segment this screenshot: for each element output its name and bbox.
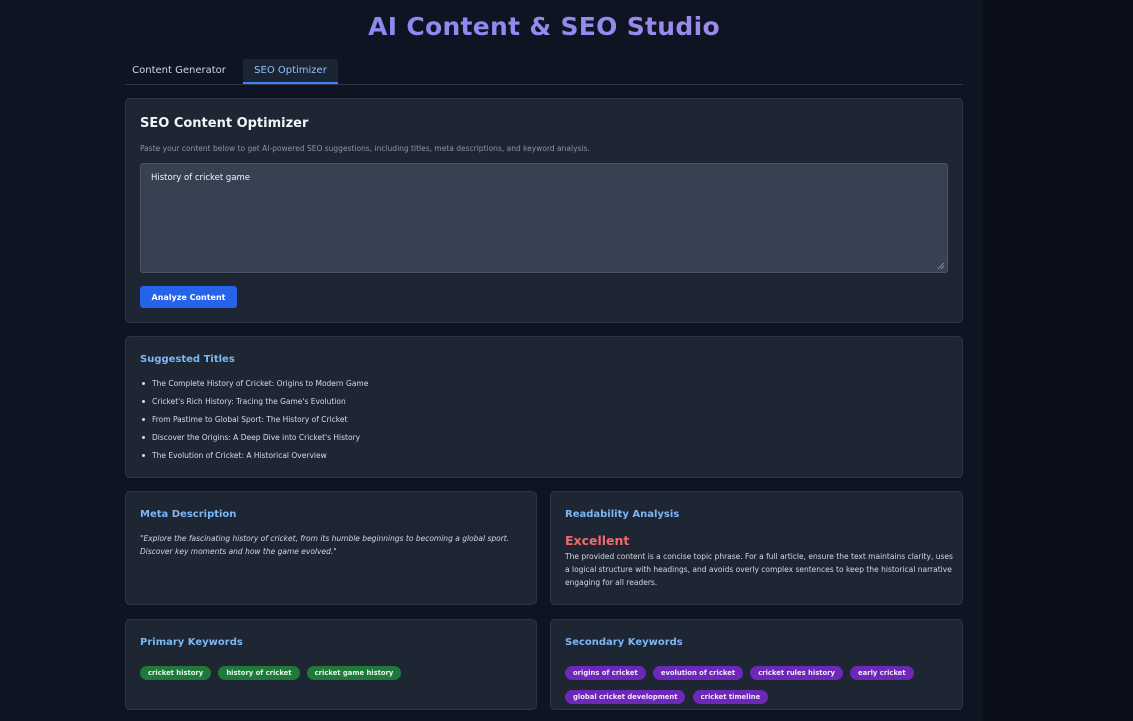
- secondary-keywords-heading: Secondary Keywords: [565, 637, 683, 648]
- title-item: From Pastime to Global Sport: The Histor…: [140, 414, 368, 432]
- analyze-content-button[interactable]: Analyze Content: [140, 286, 237, 308]
- optimizer-description: Paste your content below to get AI-power…: [140, 144, 590, 153]
- title-item: The Complete History of Cricket: Origins…: [140, 378, 368, 396]
- keyword-tag: cricket history: [140, 666, 212, 680]
- suggested-titles-heading: Suggested Titles: [140, 354, 235, 365]
- readability-score: Excellent: [565, 533, 630, 548]
- title-item: Discover the Origins: A Deep Dive into C…: [140, 432, 368, 450]
- seo-optimizer-card: SEO Content Optimizer Paste your content…: [125, 98, 963, 323]
- title-item-text: Discover the Origins: A Deep Dive into C…: [152, 433, 361, 442]
- secondary-keywords-card: Secondary Keywords origins of cricket ev…: [550, 619, 963, 710]
- bullet-icon: [142, 418, 145, 421]
- content-input[interactable]: History of cricket game: [140, 163, 948, 273]
- title-item-text: The Evolution of Cricket: A Historical O…: [152, 451, 327, 460]
- keyword-tag: cricket game history: [306, 666, 402, 680]
- keyword-tag: cricket timeline: [692, 690, 769, 704]
- bullet-icon: [142, 400, 145, 403]
- bullet-icon: [142, 436, 145, 439]
- secondary-keywords-list: origins of cricket evolution of cricket …: [565, 660, 955, 708]
- title-item: Cricket's Rich History: Tracing the Game…: [140, 396, 368, 414]
- primary-keywords-list: cricket history history of cricket crick…: [140, 660, 530, 684]
- meta-description-card: Meta Description "Explore the fascinatin…: [125, 491, 537, 605]
- primary-keywords-card: Primary Keywords cricket history history…: [125, 619, 537, 710]
- readability-heading: Readability Analysis: [565, 509, 680, 520]
- readability-text: The provided content is a concise topic …: [565, 552, 953, 587]
- tab-seo-optimizer[interactable]: SEO Optimizer: [243, 59, 338, 84]
- suggested-titles-card: Suggested Titles The Complete History of…: [125, 336, 963, 478]
- keyword-tag: evolution of cricket: [652, 666, 744, 680]
- keyword-tag: cricket rules history: [750, 666, 843, 680]
- bullet-icon: [142, 382, 145, 385]
- right-gutter: [983, 0, 1133, 721]
- suggested-titles-list: The Complete History of Cricket: Origins…: [140, 378, 368, 468]
- title-item-text: Cricket's Rich History: Tracing the Game…: [152, 397, 346, 406]
- title-item-text: From Pastime to Global Sport: The Histor…: [152, 415, 348, 424]
- keyword-tag: origins of cricket: [565, 666, 646, 680]
- title-item-text: The Complete History of Cricket: Origins…: [152, 379, 369, 388]
- meta-description-heading: Meta Description: [140, 509, 237, 520]
- tab-bar: Content Generator SEO Optimizer: [125, 59, 963, 85]
- readability-card: Readability Analysis Excellent The provi…: [550, 491, 963, 605]
- keyword-tag: global cricket development: [565, 690, 686, 704]
- meta-description-text: "Explore the fascinating history of cric…: [140, 534, 510, 556]
- tab-content-generator[interactable]: Content Generator: [125, 59, 233, 84]
- primary-keywords-heading: Primary Keywords: [140, 637, 243, 648]
- page: AI Content & SEO Studio Content Generato…: [0, 0, 1133, 721]
- optimizer-heading: SEO Content Optimizer: [140, 116, 309, 131]
- keyword-tag: history of cricket: [218, 666, 300, 680]
- bullet-icon: [142, 454, 145, 457]
- app-title: AI Content & SEO Studio: [125, 12, 963, 41]
- keyword-tag: early cricket: [850, 666, 914, 680]
- title-item: The Evolution of Cricket: A Historical O…: [140, 450, 368, 468]
